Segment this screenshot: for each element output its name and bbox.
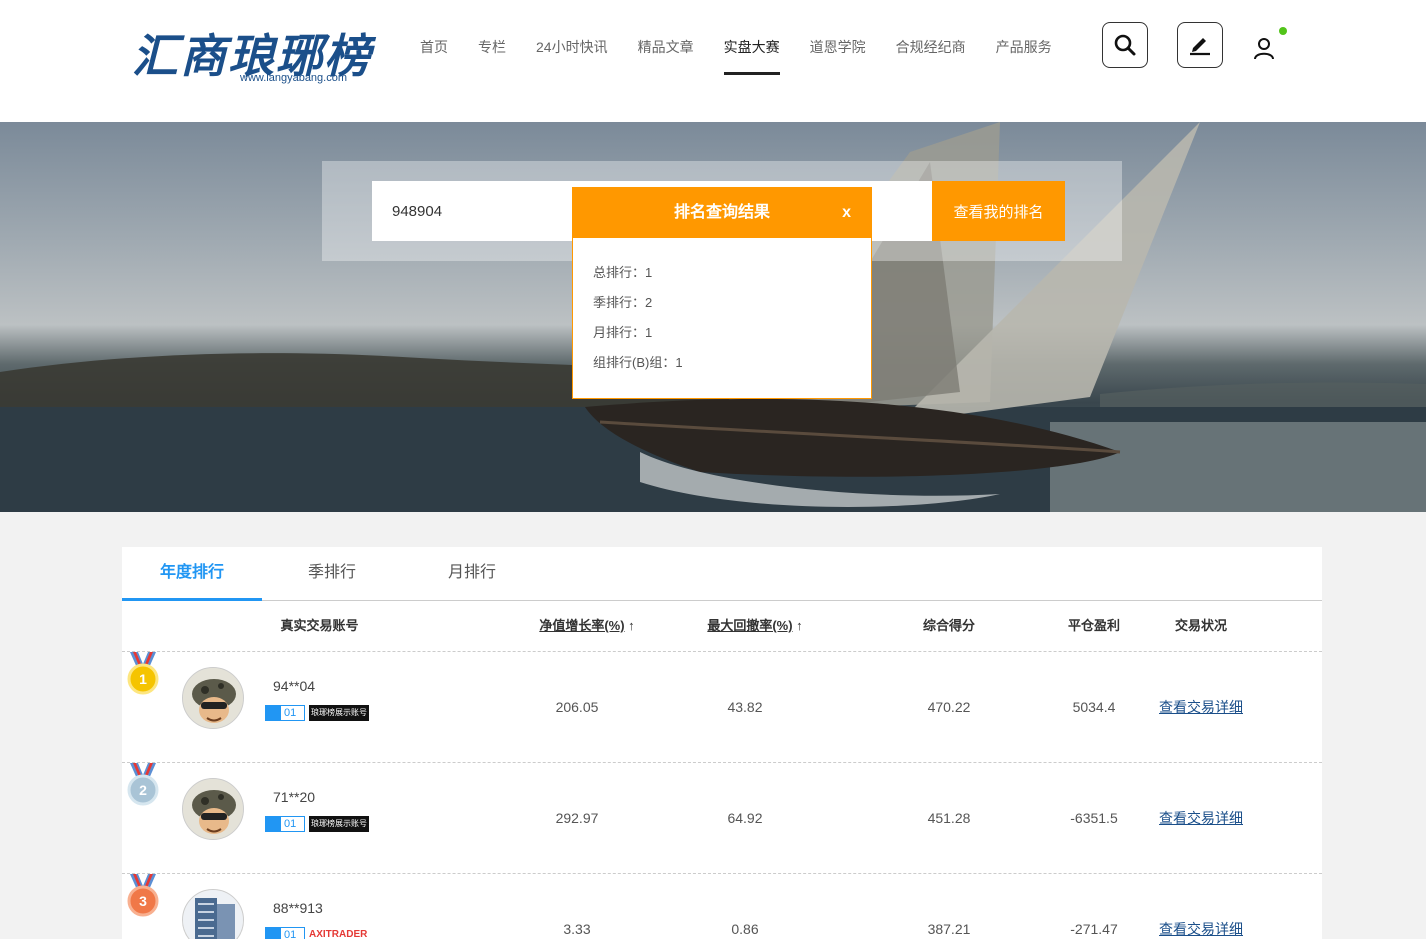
display-account-tag: 琅琊榜展示账号: [309, 705, 369, 721]
site-header: 汇商琅琊榜 www.langyabang.com 首页 专栏 24小时快讯 精品…: [0, 0, 1426, 122]
tab-season[interactable]: 季排行: [262, 547, 402, 601]
badge-level: 01: [284, 818, 297, 830]
col-profit: 平仓盈利: [1067, 618, 1120, 633]
search-button[interactable]: [1102, 22, 1148, 68]
account-number: 94**04: [273, 678, 316, 694]
col-drawdown-sort[interactable]: 最大回撤率(%) ↑: [690, 601, 820, 651]
badge-level: 01: [284, 707, 297, 719]
online-status-dot: [1279, 27, 1287, 35]
account-number: 88**913: [273, 900, 323, 916]
growth-rate: 206.05: [555, 699, 599, 715]
popup-body: 总排行：1 季排行：2 月排行：1 组排行(B)组：1: [573, 238, 871, 378]
avatar[interactable]: [182, 889, 244, 939]
col-growth-label: 净值增长率(%): [539, 618, 625, 633]
col-account: 真实交易账号: [280, 618, 359, 633]
pen-icon: [1190, 38, 1210, 56]
check-ranking-button[interactable]: 查看我的排名: [932, 181, 1065, 241]
avatar[interactable]: [182, 778, 244, 840]
nav-item-brokers[interactable]: 合规经纪商: [881, 0, 981, 80]
closed-profit: -271.47: [1070, 921, 1118, 937]
result-season-rank: 季排行：2: [593, 295, 653, 310]
user-badge-icon: [266, 817, 281, 831]
max-drawdown: 0.86: [731, 921, 759, 937]
ranking-tabs: 年度排行 季排行 月排行: [122, 547, 1322, 601]
user-button[interactable]: [1246, 30, 1282, 66]
view-trade-details-link[interactable]: 查看交易详细: [1156, 652, 1246, 762]
display-account-tag: 琅琊榜展示账号: [309, 816, 369, 832]
user-badge-icon: [266, 706, 281, 720]
col-score: 综合得分: [922, 618, 975, 633]
level-badge: 01: [265, 816, 305, 832]
popup-title: 排名查询结果: [673, 204, 770, 221]
score: 451.28: [927, 810, 971, 826]
medal-rank: 3: [139, 893, 147, 909]
view-trade-details-link[interactable]: 查看交易详细: [1156, 763, 1246, 873]
col-status: 交易状况: [1174, 618, 1227, 633]
nav-item-columns[interactable]: 专栏: [463, 0, 521, 80]
col-growth-sort[interactable]: 净值增长率(%) ↑: [522, 601, 652, 651]
table-row: 1 94**04 01 琅琊榜展示账号 206.05 43.82 470.22 …: [122, 652, 1322, 763]
result-month-rank: 月排行：1: [593, 325, 653, 340]
badge-level: 01: [284, 929, 297, 939]
search-icon: [1114, 34, 1136, 56]
logo-url: www.langyabang.com: [240, 72, 348, 84]
broker-tag: AXITRADER: [309, 929, 368, 939]
user-badge-icon: [266, 928, 281, 939]
user-icon: [1254, 38, 1274, 60]
max-drawdown: 43.82: [727, 699, 763, 715]
medal-rank: 2: [139, 782, 147, 798]
col-drawdown-label: 最大回撤率(%): [707, 618, 793, 633]
close-icon[interactable]: x: [842, 188, 851, 238]
table-row: 3 88**913 01 AXITRADER 3.33 0.86 387.21 …: [122, 874, 1322, 939]
table-row: 2 71**20 01 琅琊榜展示账号 292.97 64.92 451.28 …: [122, 763, 1322, 874]
nav-item-academy[interactable]: 道恩学院: [795, 0, 881, 80]
growth-rate: 292.97: [555, 810, 599, 826]
result-group-rank: 组排行(B)组：1: [593, 355, 683, 370]
level-badge: 01: [265, 927, 305, 939]
main-nav: 首页 专栏 24小时快讯 精品文章 实盘大赛 道恩学院 合规经纪商 产品服务: [405, 0, 1067, 80]
closed-profit: 5034.4: [1072, 699, 1116, 715]
popup-header: 排名查询结果 x: [573, 188, 871, 238]
tab-yearly[interactable]: 年度排行: [122, 547, 262, 601]
nav-item-contest[interactable]: 实盘大赛: [709, 0, 795, 80]
soldier-avatar-icon: [183, 668, 243, 728]
nav-item-services[interactable]: 产品服务: [981, 0, 1067, 80]
ranking-panel: 年度排行 季排行 月排行 真实交易账号 净值增长率(%) ↑ 最大回撤率(%) …: [122, 547, 1322, 939]
write-button[interactable]: [1177, 22, 1223, 68]
account-number: 71**20: [273, 789, 316, 805]
sort-arrow-icon: ↑: [628, 618, 635, 633]
silver-medal-icon: 2: [127, 763, 159, 806]
soldier-avatar-icon: [183, 779, 243, 839]
score: 387.21: [927, 921, 971, 937]
building-avatar-icon: [183, 890, 243, 939]
table-header: 真实交易账号 净值增长率(%) ↑ 最大回撤率(%) ↑ 综合得分 平仓盈利 交…: [122, 601, 1322, 652]
level-badge: 01: [265, 705, 305, 721]
score: 470.22: [927, 699, 971, 715]
view-trade-details-link[interactable]: 查看交易详细: [1156, 874, 1246, 939]
tab-monthly[interactable]: 月排行: [402, 547, 542, 601]
nav-item-home[interactable]: 首页: [405, 0, 463, 80]
growth-rate: 3.33: [563, 921, 591, 937]
max-drawdown: 64.92: [727, 810, 763, 826]
result-total-rank: 总排行：1: [593, 265, 653, 280]
sort-arrow-icon: ↑: [796, 618, 803, 633]
avatar[interactable]: [182, 667, 244, 729]
bronze-medal-icon: 3: [127, 874, 159, 917]
nav-item-news[interactable]: 24小时快讯: [521, 0, 623, 80]
medal-rank: 1: [139, 671, 147, 687]
closed-profit: -6351.5: [1070, 810, 1118, 826]
site-logo[interactable]: 汇商琅琊榜 www.langyabang.com: [132, 20, 370, 90]
ranking-result-popup: 排名查询结果 x 总排行：1 季排行：2 月排行：1 组排行(B)组：1: [572, 187, 872, 399]
gold-medal-icon: 1: [127, 652, 159, 695]
nav-item-articles[interactable]: 精品文章: [623, 0, 709, 80]
